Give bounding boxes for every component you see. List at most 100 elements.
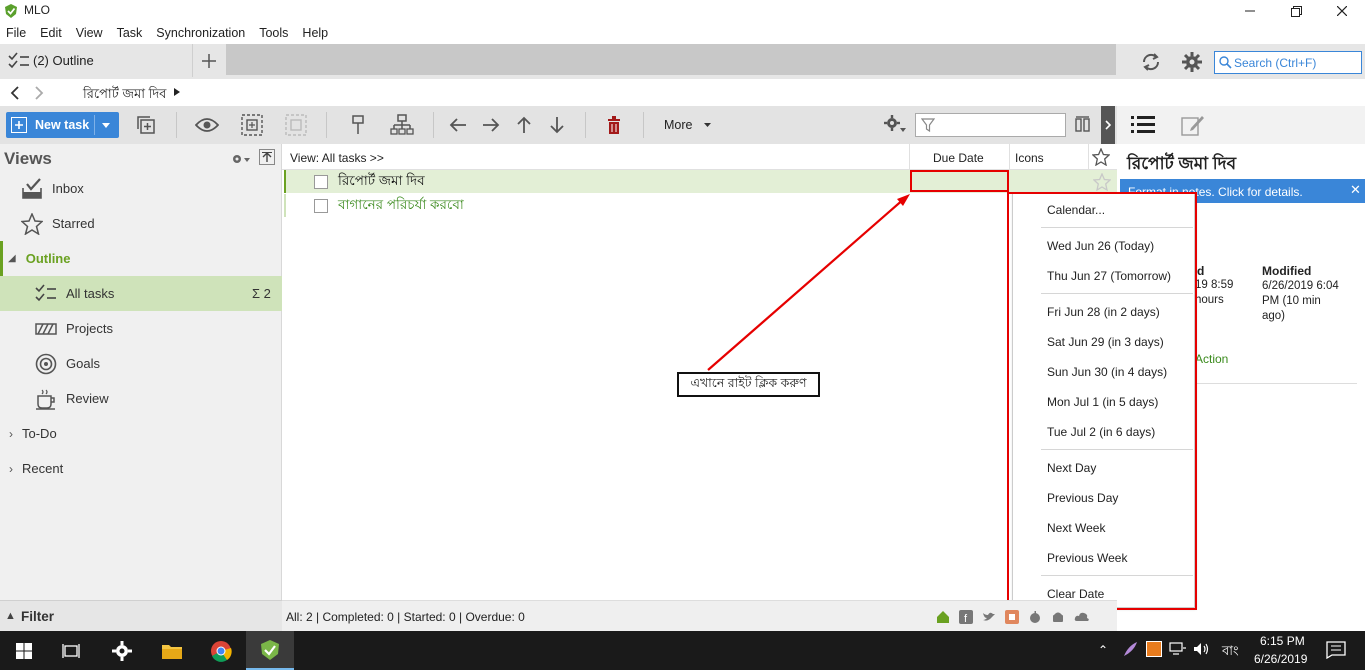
task-title[interactable]: বাগানের পরিচর্যা করবো [338, 194, 464, 217]
chrome-icon[interactable] [197, 631, 245, 670]
twitter-icon[interactable] [982, 610, 996, 624]
coffee-cup-icon [34, 387, 58, 411]
view-outline-group[interactable]: ◢ Outline [0, 241, 282, 276]
column-icons[interactable]: Icons [1015, 151, 1044, 165]
column-due-date[interactable]: Due Date [933, 151, 984, 165]
projects-icon [34, 317, 58, 341]
chevron-up-icon[interactable]: ⌃ [1098, 643, 1108, 657]
network-icon[interactable] [1169, 642, 1187, 656]
more-chevron-icon[interactable] [704, 123, 711, 127]
expand-tree-icon[interactable] [388, 112, 416, 138]
volume-icon[interactable] [1193, 642, 1211, 656]
star-toggle-icon[interactable] [1093, 173, 1111, 191]
context-menu-highlight [1007, 192, 1197, 610]
pin-up-icon[interactable] [259, 149, 275, 165]
breadcrumb-item[interactable]: রিপোর্ট জমা দিব [83, 85, 166, 106]
view-starred-label: Starred [52, 216, 95, 231]
sync-icon[interactable] [1140, 51, 1162, 73]
expand-caret-icon[interactable]: › [9, 462, 13, 476]
hoist-icon[interactable] [238, 112, 266, 138]
menu-help[interactable]: Help [302, 26, 328, 40]
minimize-button[interactable] [1227, 0, 1273, 22]
apple-icon[interactable] [1028, 610, 1042, 624]
arrow-right-icon[interactable] [477, 112, 505, 138]
forward-arrow-icon[interactable] [34, 86, 44, 100]
search-input[interactable]: Search (Ctrl+F) [1214, 51, 1362, 74]
restore-button[interactable] [1273, 0, 1319, 22]
list-details-icon[interactable] [1131, 115, 1155, 135]
menu-view[interactable]: View [76, 26, 103, 40]
filter-settings-icon[interactable] [882, 114, 908, 134]
language-indicator[interactable]: বাং [1222, 642, 1239, 663]
view-recent-group[interactable]: › Recent [0, 451, 282, 486]
close-icon[interactable]: ✕ [1350, 182, 1361, 198]
menu-tools[interactable]: Tools [259, 26, 288, 40]
collapse-caret-icon[interactable]: ◢ [8, 253, 16, 264]
view-recent-label: Recent [22, 461, 64, 476]
modified-value: 6/26/2019 6:04 PM (10 min ago) [1262, 280, 1339, 322]
task-checkbox[interactable] [314, 174, 328, 189]
clock-date[interactable]: 6/26/2019 [1254, 652, 1307, 666]
settings-gear-icon[interactable] [98, 631, 146, 670]
app-logo-icon [4, 3, 18, 19]
task-title[interactable]: রিপোর্ট জমা দিব [338, 170, 425, 193]
task-checkbox[interactable] [314, 198, 328, 213]
windows-start-icon[interactable] [0, 631, 48, 670]
right-panel-toolbar [1117, 106, 1365, 144]
feather-icon[interactable] [1122, 641, 1138, 657]
menu-synchronization[interactable]: Synchronization [156, 26, 245, 40]
expand-caret-icon[interactable]: › [9, 427, 13, 441]
collapse-panel-button[interactable] [1101, 106, 1115, 144]
view-all-tasks[interactable]: All tasks Σ 2 [0, 276, 282, 311]
tab-strip [226, 44, 1116, 75]
back-arrow-icon[interactable] [10, 86, 20, 100]
view-goals[interactable]: Goals [0, 346, 282, 381]
columns-icon[interactable] [1075, 116, 1091, 132]
arrow-left-icon[interactable] [444, 112, 472, 138]
more-button[interactable]: More [664, 118, 692, 132]
eye-icon[interactable] [193, 112, 221, 138]
keyboard-app-icon[interactable] [1146, 641, 1162, 657]
collapse-icon[interactable] [344, 112, 372, 138]
android-icon[interactable] [1051, 610, 1065, 624]
divider [1195, 383, 1357, 384]
view-review[interactable]: Review [0, 381, 282, 416]
chevron-down-icon[interactable] [102, 123, 110, 128]
action-link[interactable]: Action [1195, 352, 1228, 366]
unhoist-icon[interactable] [282, 112, 310, 138]
home-icon[interactable] [936, 610, 950, 624]
view-selector[interactable]: View: All tasks >> [290, 151, 384, 165]
trash-icon[interactable] [600, 112, 628, 138]
breadcrumb-caret-icon[interactable] [174, 88, 180, 96]
view-inbox[interactable]: Inbox [0, 171, 282, 206]
filter-bar[interactable]: ▲ Filter [0, 600, 282, 631]
new-task-button[interactable]: New task [6, 112, 119, 138]
clock-time[interactable]: 6:15 PM [1260, 634, 1305, 648]
add-subtask-icon[interactable] [132, 112, 160, 138]
file-explorer-icon[interactable] [148, 631, 196, 670]
views-settings-icon[interactable] [231, 152, 251, 166]
edit-notes-icon[interactable] [1181, 113, 1205, 137]
filter-input[interactable] [915, 113, 1066, 137]
arrow-down-icon[interactable] [543, 112, 571, 138]
toolbar-separator [585, 112, 586, 138]
blogger-icon[interactable] [1005, 610, 1019, 624]
notification-icon[interactable] [1326, 641, 1346, 659]
facebook-icon[interactable]: f [959, 610, 973, 624]
add-tab-button[interactable] [195, 48, 223, 74]
tab-outline[interactable]: (2) Outline [0, 44, 193, 77]
view-projects[interactable]: Projects [0, 311, 282, 346]
star-column-icon[interactable] [1092, 148, 1110, 166]
menu-task[interactable]: Task [117, 26, 143, 40]
settings-gear-icon[interactable] [1181, 51, 1203, 73]
mlo-taskbar-app[interactable] [246, 631, 294, 670]
cloud-icon[interactable] [1074, 610, 1090, 624]
menu-edit[interactable]: Edit [40, 26, 62, 40]
task-view-icon[interactable] [48, 631, 96, 670]
close-button[interactable] [1319, 0, 1365, 22]
menu-file[interactable]: File [6, 26, 26, 40]
outline-accent-bar [0, 241, 3, 276]
view-todo-group[interactable]: › To-Do [0, 416, 282, 451]
view-starred[interactable]: Starred [0, 206, 282, 241]
arrow-up-icon[interactable] [510, 112, 538, 138]
